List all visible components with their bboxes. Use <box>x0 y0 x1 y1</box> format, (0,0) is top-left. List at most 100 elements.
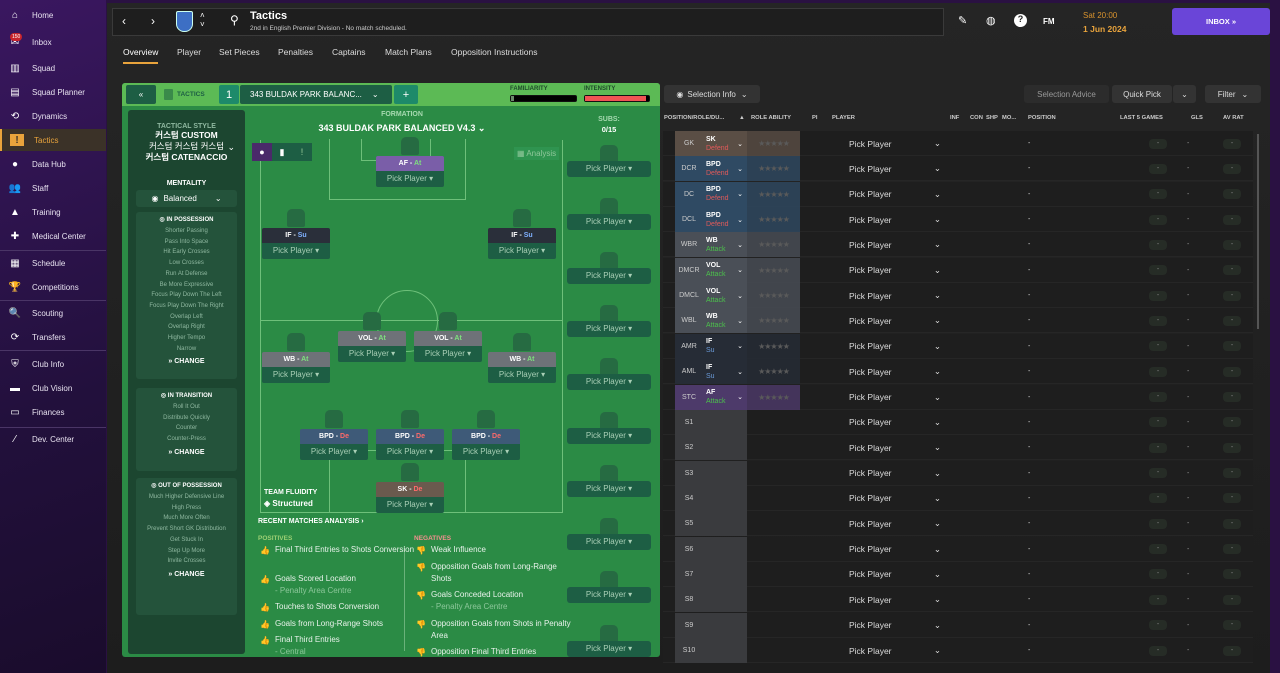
role-duty-dropdown[interactable]: BPD Defend ⌄ <box>703 181 747 207</box>
role-selector[interactable]: WB - At <box>262 352 330 367</box>
recent-matches-analysis-link[interactable]: RECENT MATCHES ANALYSIS › <box>258 518 364 525</box>
column-header[interactable]: CON <box>970 115 983 121</box>
table-row[interactable]: S4 Pick Player ⌄ - - - - <box>663 485 1253 511</box>
pick-player-dropdown[interactable]: Pick Player ▾ <box>488 243 556 259</box>
quick-pick-chevron-icon[interactable]: ⌄ <box>1173 85 1196 103</box>
role-selector[interactable]: BPD - De <box>376 429 444 444</box>
current-date[interactable]: 1 Jun 2024 <box>1083 24 1126 34</box>
player-dropdown[interactable]: Pick Player ⌄ <box>849 410 941 435</box>
player-dropdown[interactable]: Pick Player ⌄ <box>849 511 941 536</box>
selection-advice-button[interactable]: Selection Advice <box>1024 85 1109 103</box>
sub-pick-player-dropdown[interactable]: Pick Player ▾ <box>567 214 651 231</box>
table-row[interactable]: WBL WB Attack ⌄ ★★★★★ Pick Player ⌄ - - - - <box>663 308 1253 334</box>
player-dropdown[interactable]: Pick Player ⌄ <box>849 359 941 384</box>
pitch-position-card[interactable]: AF - At Pick Player ▾ <box>376 156 444 187</box>
sidebar-item-competitions[interactable]: 🏆 Competitions <box>0 276 106 298</box>
pick-player-dropdown[interactable]: Pick Player ▾ <box>338 346 406 362</box>
table-row[interactable]: S7 Pick Player ⌄ - - - - <box>663 561 1253 587</box>
table-row[interactable]: S1 Pick Player ⌄ - - - - <box>663 409 1253 435</box>
pick-player-dropdown[interactable]: Pick Player ▾ <box>414 346 482 362</box>
player-dropdown[interactable]: Pick Player ⌄ <box>849 258 941 283</box>
club-switch-arrows-icon[interactable]: ˄ ˅ <box>200 11 205 29</box>
table-row[interactable]: S8 Pick Player ⌄ - - - - <box>663 587 1253 613</box>
table-row[interactable]: S5 Pick Player ⌄ - - - - <box>663 511 1253 537</box>
chevron-down-icon[interactable]: ⌄ <box>227 142 235 153</box>
quick-pick-button[interactable]: Quick Pick <box>1112 85 1172 103</box>
pitch-position-card[interactable]: WB - At Pick Player ▾ <box>262 352 330 383</box>
role-duty-dropdown[interactable]: VOL Attack ⌄ <box>703 257 747 283</box>
tab-set-pieces[interactable]: Set Pieces <box>219 47 260 57</box>
pitch-position-card[interactable]: SK - De Pick Player ▾ <box>376 482 444 513</box>
add-tactic-button[interactable]: + <box>394 85 418 104</box>
sidebar-item-data-hub[interactable]: ● Data Hub <box>0 153 106 175</box>
player-dropdown[interactable]: Pick Player ⌄ <box>849 613 941 638</box>
tab-overview[interactable]: Overview <box>123 47 159 64</box>
pitch-position-card[interactable]: VOL - At Pick Player ▾ <box>338 331 406 362</box>
change-button[interactable]: » CHANGE <box>136 449 237 456</box>
pick-player-dropdown[interactable]: Pick Player ▾ <box>376 171 444 187</box>
player-dropdown[interactable]: Pick Player ⌄ <box>849 156 941 181</box>
sub-pick-player-dropdown[interactable]: Pick Player ▾ <box>567 534 651 551</box>
table-row[interactable]: WBR WB Attack ⌄ ★★★★★ Pick Player ⌄ - - - - <box>663 232 1253 258</box>
tab-penalties[interactable]: Penalties <box>278 47 313 57</box>
pitch-position-card[interactable]: BPD - De Pick Player ▾ <box>300 429 368 460</box>
sub-pick-player-dropdown[interactable]: Pick Player ▾ <box>567 320 651 337</box>
sub-pick-player-dropdown[interactable]: Pick Player ▾ <box>567 267 651 284</box>
fm-menu-button[interactable]: FM <box>1043 17 1055 26</box>
column-header[interactable]: SHP <box>986 115 998 121</box>
role-duty-dropdown[interactable]: BPD Defend ⌄ <box>703 156 747 182</box>
sidebar-item-club-vision[interactable]: ▬ Club Vision <box>0 377 106 399</box>
pitch-position-card[interactable]: VOL - At Pick Player ▾ <box>414 331 482 362</box>
sidebar-item-squad[interactable]: ▥ Squad <box>0 57 106 79</box>
player-dropdown[interactable]: Pick Player ⌄ <box>849 308 941 333</box>
role-selector[interactable]: SK - De <box>376 482 444 497</box>
player-dropdown[interactable]: Pick Player ⌄ <box>849 587 941 612</box>
edit-icon[interactable]: ✎ <box>958 14 967 27</box>
role-selector[interactable]: AF - At <box>376 156 444 171</box>
sidebar-item-staff[interactable]: 👥 Staff <box>0 177 106 199</box>
search-icon[interactable]: ⚲ <box>230 13 239 27</box>
globe-icon[interactable]: ◍ <box>986 14 996 27</box>
sidebar-item-finances[interactable]: ▭ Finances <box>0 401 106 423</box>
collapse-button[interactable]: « <box>126 85 156 104</box>
player-dropdown[interactable]: Pick Player ⌄ <box>849 207 941 232</box>
pick-player-dropdown[interactable]: Pick Player ▾ <box>376 497 444 513</box>
inbox-continue-button[interactable]: INBOX » <box>1172 8 1270 35</box>
role-duty-dropdown[interactable]: WB Attack ⌄ <box>703 232 747 258</box>
table-row[interactable]: S2 Pick Player ⌄ - - - - <box>663 435 1253 461</box>
role-selector[interactable]: BPD - De <box>300 429 368 444</box>
player-dropdown[interactable]: Pick Player ⌄ <box>849 182 941 207</box>
player-dropdown[interactable]: Pick Player ⌄ <box>849 537 941 562</box>
column-header[interactable]: PI <box>812 115 817 121</box>
pick-player-dropdown[interactable]: Pick Player ▾ <box>262 367 330 383</box>
sidebar-item-training[interactable]: ▲ Training <box>0 201 106 223</box>
pitch-position-card[interactable]: IF - Su Pick Player ▾ <box>488 228 556 259</box>
column-header[interactable]: ROLE ABILITY <box>751 115 791 121</box>
forward-button[interactable]: › <box>151 14 155 28</box>
role-selector[interactable]: VOL - At <box>338 331 406 346</box>
sidebar-item-schedule[interactable]: ▦ Schedule <box>0 252 106 274</box>
sidebar-item-home[interactable]: ⌂ Home <box>0 4 106 26</box>
tab-player[interactable]: Player <box>177 47 201 57</box>
tactic-selector[interactable]: 343 BULDAK PARK BALANC... ⌄ <box>240 85 392 104</box>
warning-view-icon[interactable]: ! <box>292 143 312 161</box>
sidebar-item-dev-center[interactable]: ⁄ Dev. Center <box>0 428 106 450</box>
sidebar-item-transfers[interactable]: ⟳ Transfers <box>0 326 106 348</box>
table-row[interactable]: AML IF Su ⌄ ★★★★★ Pick Player ⌄ - - - - <box>663 359 1253 385</box>
role-selector[interactable]: IF - Su <box>488 228 556 243</box>
player-dropdown[interactable]: Pick Player ⌄ <box>849 232 941 257</box>
table-row[interactable]: DMCL VOL Attack ⌄ ★★★★★ Pick Player ⌄ - - - - <box>663 283 1253 309</box>
column-header[interactable]: INF <box>950 115 959 121</box>
sub-pick-player-dropdown[interactable]: Pick Player ▾ <box>567 161 651 177</box>
column-header[interactable]: GLS <box>1191 115 1203 121</box>
change-button[interactable]: » CHANGE <box>136 571 237 578</box>
role-selector[interactable]: BPD - De <box>452 429 520 444</box>
sidebar-item-tactics[interactable]: ! Tactics <box>0 129 106 151</box>
formation-selector[interactable]: 343 BULDAK PARK BALANCED V4.3 ⌄ <box>252 123 552 134</box>
sidebar-item-dynamics[interactable]: ⟲ Dynamics <box>0 105 106 127</box>
pick-player-dropdown[interactable]: Pick Player ▾ <box>488 367 556 383</box>
player-dropdown[interactable]: Pick Player ⌄ <box>849 638 941 663</box>
table-row[interactable]: AMR IF Su ⌄ ★★★★★ Pick Player ⌄ - - - - <box>663 333 1253 359</box>
tab-match-plans[interactable]: Match Plans <box>385 47 432 57</box>
pick-player-dropdown[interactable]: Pick Player ▾ <box>300 444 368 460</box>
